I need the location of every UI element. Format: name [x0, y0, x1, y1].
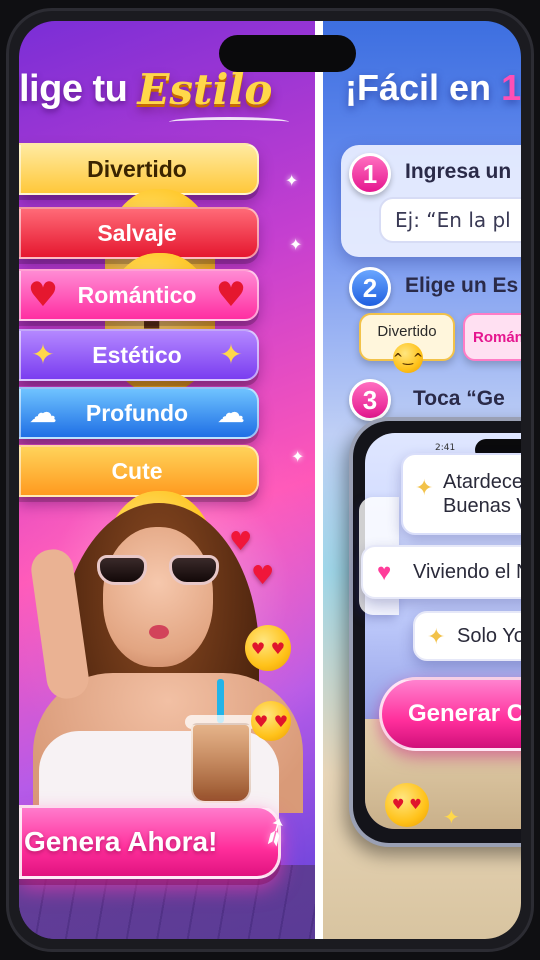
panel-divider [315, 21, 323, 939]
style-button-divertido[interactable]: ^‿^ Divertido ^‿^ [19, 143, 259, 329]
red-heart-icon: ♥ [215, 275, 247, 315]
sunglasses-icon [97, 555, 219, 585]
generate-now-label: Genera Ahora! [24, 826, 218, 857]
lips [149, 625, 169, 639]
sparkles-icon: ✦ [219, 338, 243, 371]
face [103, 527, 213, 667]
left-panel-style-picker: lige tu Estilo ^‿^ Divertido ^‿^ ▬‿ Salv… [19, 21, 315, 939]
style-button-label: Profundo [85, 399, 189, 426]
sparkle-icon: ✦ [415, 475, 434, 500]
caption-line: Atardece [443, 471, 521, 493]
sparkles-icon: ✦ [31, 338, 55, 371]
sparkle-icon: ✦ [289, 235, 303, 254]
title-accent: 1 [501, 67, 521, 108]
style-button-estetico[interactable]: ✦ Estético ✦ [19, 329, 259, 381]
generate-captions-button[interactable]: Generar C [379, 677, 521, 751]
title-plain: ¡Fácil en [345, 67, 492, 108]
caption-card[interactable]: ♥ Viviendo el N [361, 545, 521, 599]
style-button-label: Cute [111, 457, 163, 484]
heart-icon: ♥ [251, 561, 275, 591]
caption-line: Buenas V [443, 495, 521, 517]
title-underline-swoosh [169, 117, 289, 127]
pink-heart-icon: ♥ [377, 559, 392, 586]
status-time: 2:41 [435, 443, 456, 453]
phone-frame: lige tu Estilo ^‿^ Divertido ^‿^ ▬‿ Salv… [6, 8, 534, 952]
laughing-face-icon: ^‿^ [393, 343, 423, 373]
thought-cloud-icon: ☁ [29, 396, 57, 429]
step-number-badge: 3 [349, 379, 391, 421]
sparkle-icon: ✦ [443, 805, 460, 829]
dynamic-island [219, 35, 356, 72]
caption-line: Viviendo el N [413, 560, 521, 583]
title-plain: lige tu [19, 67, 128, 110]
right-panel-how-to: ¡Fácil en 1 1 Ingresa un Ej: “En la pl 2… [323, 21, 521, 939]
sparkle-icon: ✦ [285, 171, 299, 190]
prompt-input[interactable]: Ej: “En la pl [379, 197, 521, 243]
thought-cloud-icon: ☁ [217, 396, 245, 429]
style-button-label: Divertido [87, 155, 187, 182]
style-button-label: Salvaje [97, 219, 177, 246]
heart-eyes-face-icon: ♥ ♥ [251, 701, 291, 741]
style-button-profundo[interactable]: ☁ Profundo ☁ [19, 387, 259, 439]
phone-screen: lige tu Estilo ^‿^ Divertido ^‿^ ▬‿ Salv… [19, 21, 521, 939]
iced-drink-icon [191, 723, 251, 803]
caption-card[interactable]: ✦ Solo Yo & [413, 611, 521, 661]
style-button-salvaje[interactable]: ▬‿ Salvaje ▬‿ [19, 207, 259, 393]
step-text: Toca “Ge [413, 387, 505, 410]
red-heart-icon: ♥ [27, 275, 59, 315]
heart-eyes-face-icon: ♥ ♥ [385, 783, 429, 827]
right-panel-title: ¡Fácil en 1 [345, 67, 521, 109]
style-chip-romantico[interactable]: Románt [463, 313, 521, 361]
heart-eyes-face-icon: ♥ ♥ [245, 625, 291, 671]
step-text: Elige un Es [405, 274, 519, 297]
style-button-romantico[interactable]: ♥ Romántico ♥ [19, 269, 259, 321]
step-number-badge: 1 [349, 153, 391, 195]
step-text: Ingresa un [405, 160, 512, 183]
style-button-label: Estético [92, 341, 182, 368]
sparkle-icon: ✦ [291, 447, 305, 466]
caption-card[interactable]: ✦ Atardece Buenas V [401, 453, 521, 535]
caption-line: Solo Yo & [457, 624, 521, 647]
step-number-badge: 2 [349, 267, 391, 309]
heart-icon: ♥ [229, 527, 253, 557]
style-button-label: Romántico [77, 281, 197, 308]
sparkle-icon: ✦ [427, 624, 446, 649]
